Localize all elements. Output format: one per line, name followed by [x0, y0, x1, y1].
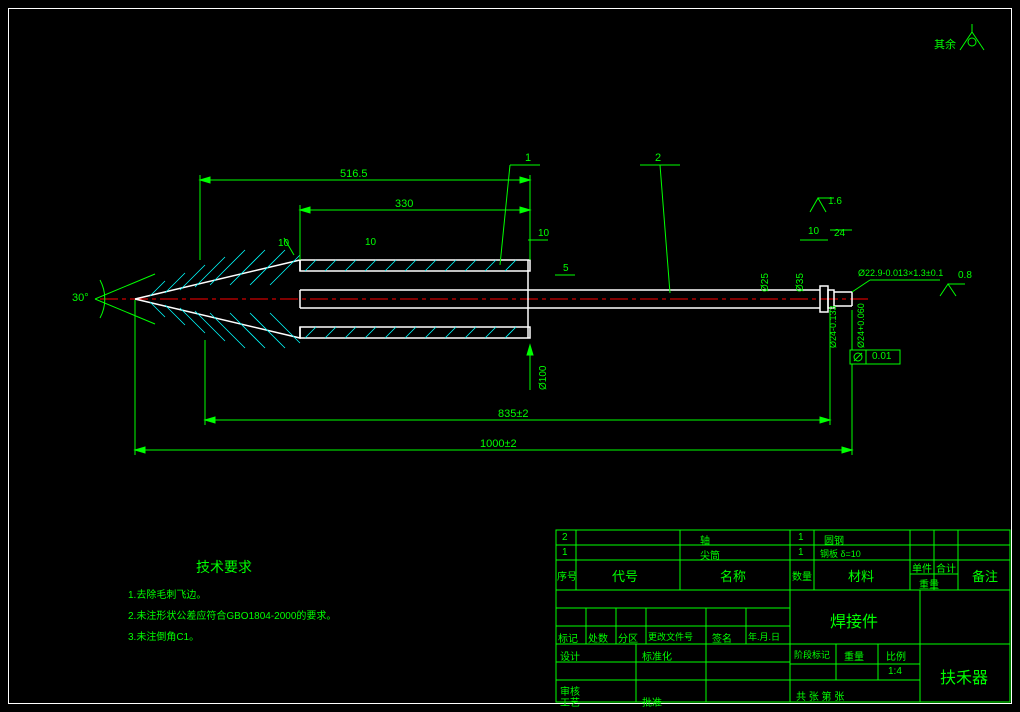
dim-angle-30: 30°	[72, 292, 89, 304]
bom-row2-name: 轴	[700, 532, 710, 547]
dim-24: 24	[834, 228, 845, 239]
tech-req-title: 技术要求	[196, 557, 252, 577]
tb-process: 工艺	[560, 694, 580, 709]
tech-req-1: 1.去除毛刺飞边。	[128, 586, 206, 601]
tb-chgs: 处数	[588, 630, 608, 645]
tb-scale-val: 1:4	[888, 666, 902, 677]
dim-10-mid: 10	[538, 228, 549, 239]
bom-row2-no: 2	[562, 532, 568, 543]
dim-516-5: 516.5	[340, 168, 368, 180]
tb-footer: 共 张 第 张	[796, 688, 844, 703]
bom-h-total: 合计	[936, 560, 956, 575]
dim-10b: 10	[278, 238, 289, 249]
surf-1-6: 1.6	[828, 196, 842, 207]
dim-phi25: Ø25	[760, 273, 771, 292]
bom-row1-qty: 1	[798, 547, 804, 558]
tb-approve: 批准	[642, 694, 662, 709]
dim-10c: 10	[808, 226, 819, 237]
bom-h-weight: 重量	[919, 576, 939, 591]
bom-row1-no: 1	[562, 547, 568, 558]
dim-835: 835±2	[498, 408, 529, 420]
dim-5: 5	[563, 263, 569, 274]
surf-0-8: 0.8	[958, 270, 972, 281]
tech-req-3: 3.未注倒角C1。	[128, 628, 199, 643]
callout-1: 1	[525, 152, 531, 164]
bom-h-mat: 材料	[848, 566, 874, 585]
tb-stage: 阶段标记	[794, 648, 830, 661]
bom-h-unit: 单件	[912, 560, 932, 575]
tech-req-2: 2.未注形状公差应符合GBO1804-2000的要求。	[128, 607, 336, 622]
tb-zone: 分区	[618, 630, 638, 645]
tb-std: 标准化	[642, 648, 672, 663]
bom-h-code: 代号	[612, 566, 638, 585]
gdt-tol: 0.01	[872, 351, 891, 362]
dim-330: 330	[395, 198, 413, 210]
tb-main-name: 焊接件	[830, 608, 878, 632]
dim-thread: Ø22.9-0.013×1.3±0.1	[858, 268, 943, 278]
dim-phi35: Ø35	[795, 273, 806, 292]
tb-mark: 标记	[558, 630, 578, 645]
callout-2: 2	[655, 152, 661, 164]
bom-row2-mat: 圆钢	[824, 532, 844, 547]
tb-date: 年.月.日	[748, 630, 780, 643]
dim-10a: 10	[365, 237, 376, 248]
bom-h-qty: 数量	[792, 568, 812, 583]
dim-phi24: Ø24-0.133	[828, 305, 838, 348]
dim-phi100: Ø100	[538, 366, 549, 390]
bom-row2-qty: 1	[798, 532, 804, 543]
bom-row1-name: 尖筒	[700, 547, 720, 562]
bom-h-name: 名称	[720, 566, 746, 585]
bom-h-remark: 备注	[972, 566, 998, 585]
dim-1000: 1000±2	[480, 438, 517, 450]
tb-sign: 签名	[712, 630, 732, 645]
tb-mass: 重量	[844, 648, 864, 663]
tb-docno: 更改文件号	[648, 630, 693, 643]
tb-design: 设计	[560, 648, 580, 663]
bom-h-no: 序号	[557, 568, 577, 583]
tb-product: 扶禾器	[940, 664, 988, 688]
tb-scale: 比例	[886, 648, 906, 663]
dim-phi24b: Ø24+0.060	[856, 303, 866, 348]
bom-row1-mat: 钢板 δ=10	[820, 547, 861, 560]
